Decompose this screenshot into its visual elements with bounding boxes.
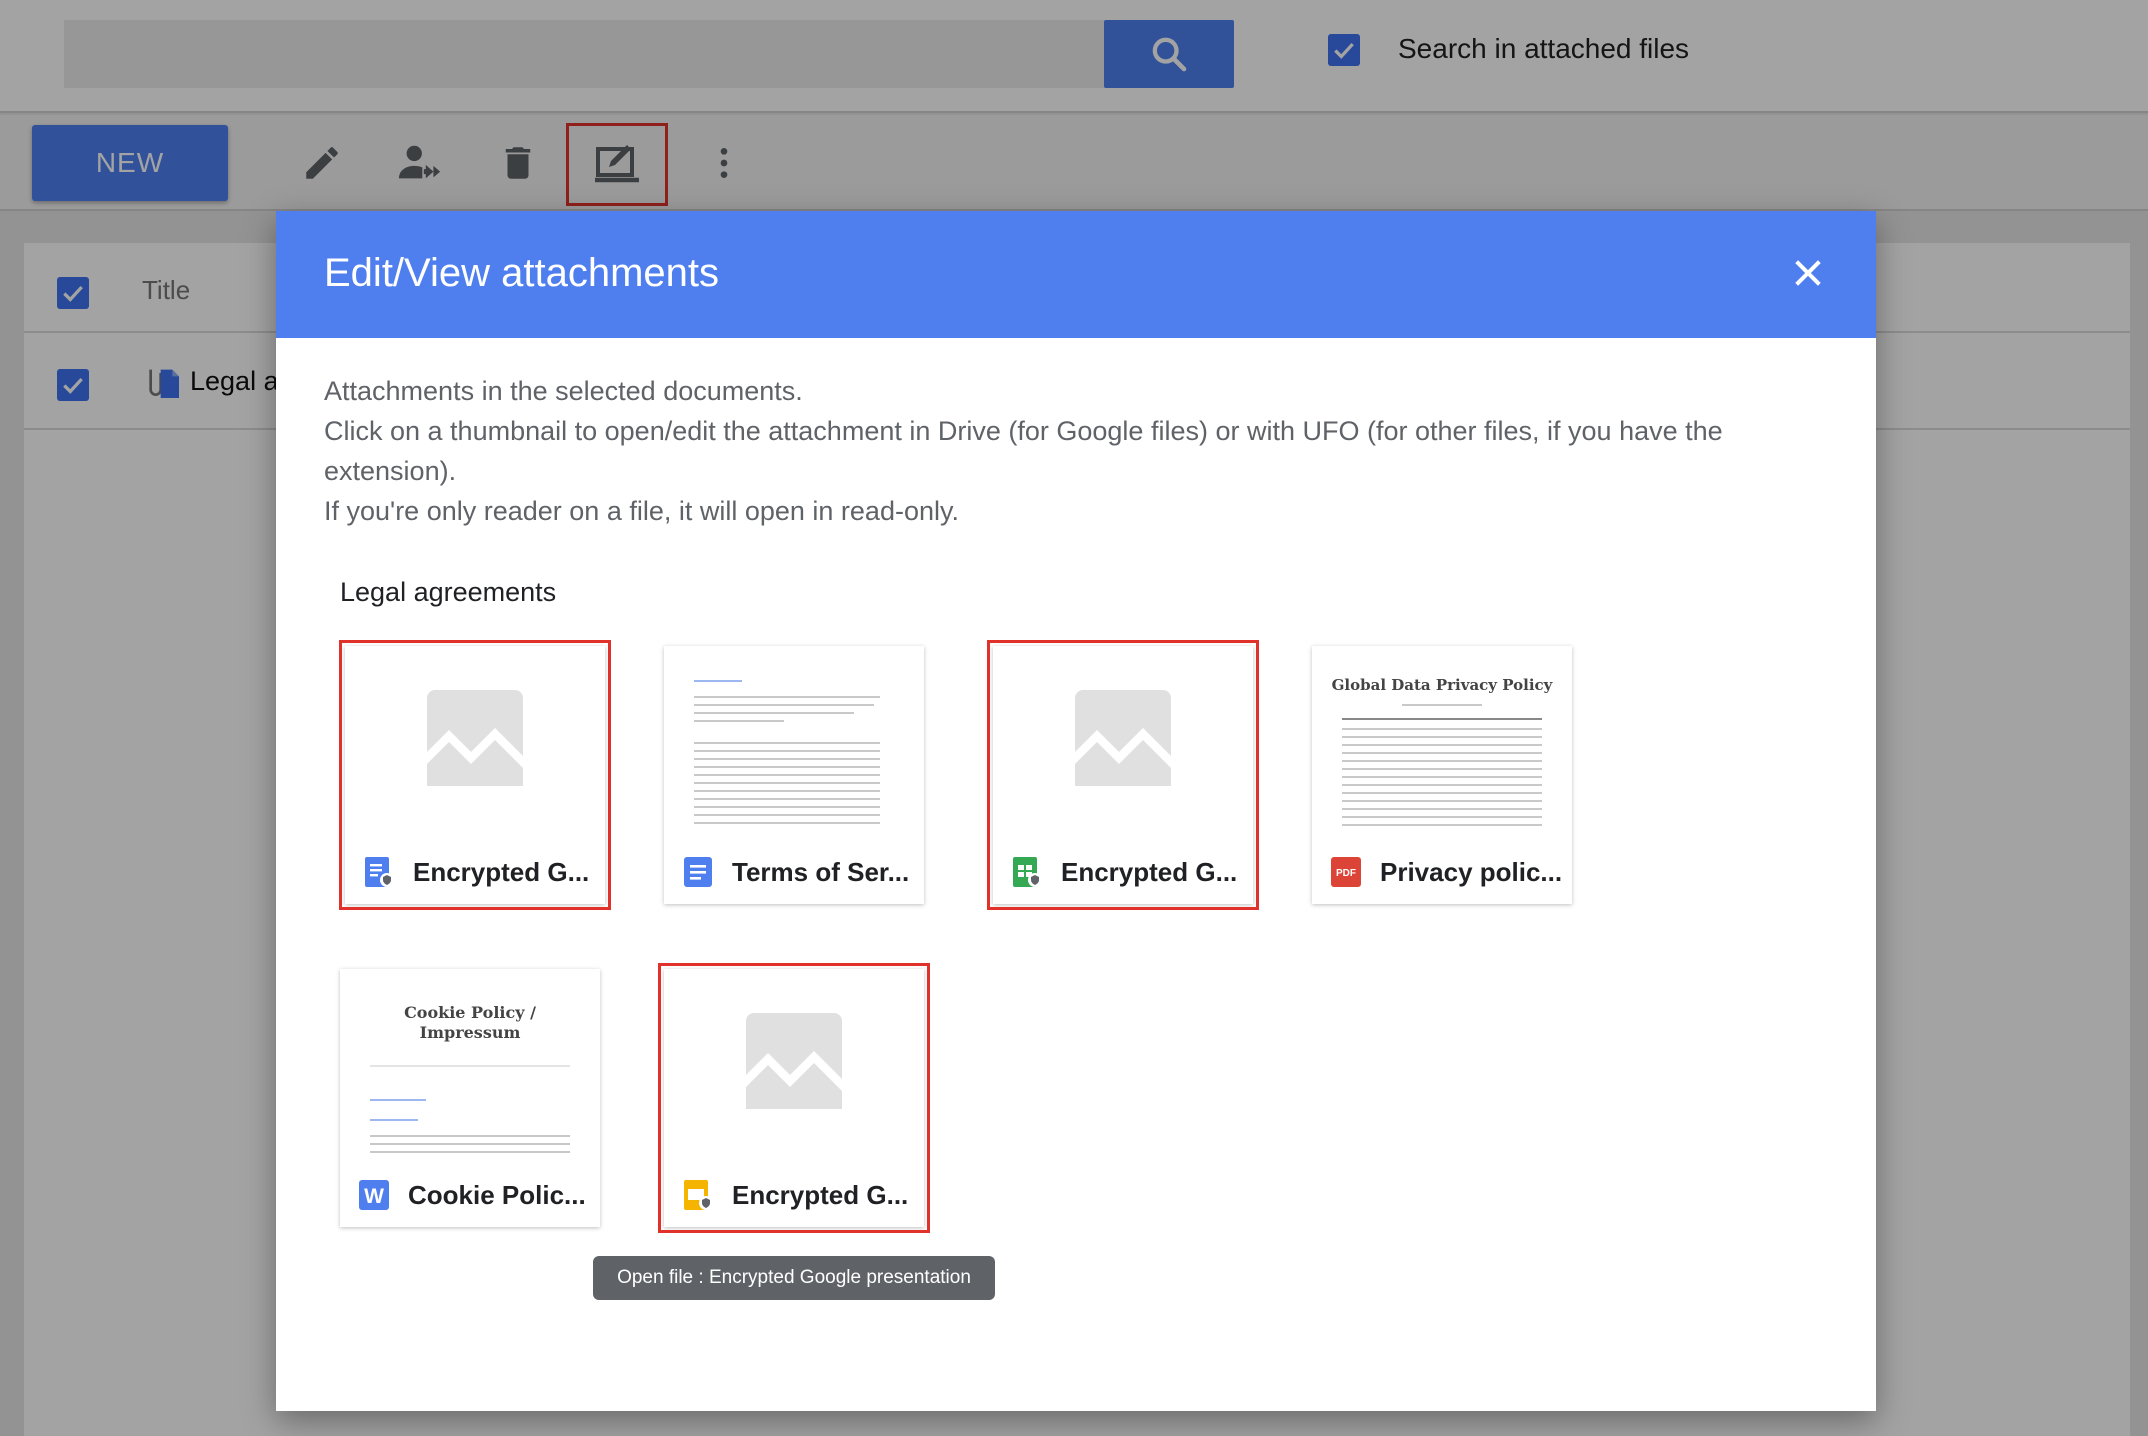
- attachment-name: Encrypted G...: [732, 1179, 909, 1210]
- encrypted-slides-icon: [684, 1180, 713, 1210]
- attachment-card[interactable]: Cookie Policy / Impressum W Cookie Polic…: [340, 969, 600, 1227]
- description-line: If you're only reader on a file, it will…: [324, 496, 959, 526]
- group-title: Legal agreements: [340, 577, 557, 607]
- image-placeholder-icon: [427, 690, 523, 786]
- attachment-name: Encrypted G...: [413, 856, 590, 887]
- attachment-name: Privacy polic...: [1380, 856, 1563, 887]
- thumbnail: Global Data Privacy Policy: [1312, 646, 1572, 840]
- encrypted-sheet-icon: [1013, 857, 1042, 887]
- thumbnail: [993, 646, 1253, 840]
- attachment-card[interactable]: Encrypted G...: [339, 640, 611, 910]
- image-placeholder-icon: [746, 1013, 842, 1109]
- thumbnail-title: Cookie Policy / Impressum: [404, 1003, 536, 1042]
- google-docs-icon: [684, 857, 712, 887]
- image-placeholder-icon: [1075, 690, 1171, 786]
- attachment-name: Encrypted G...: [1061, 856, 1238, 887]
- thumbnail: [345, 646, 605, 840]
- attachment-card[interactable]: Encrypted G...: [658, 963, 930, 1233]
- dialog-header: Edit/View attachments: [276, 211, 1876, 338]
- attachment-name: Terms of Ser...: [732, 856, 910, 887]
- attachment-card[interactable]: Terms of Ser...: [664, 646, 924, 904]
- close-button[interactable]: [1776, 241, 1840, 305]
- tooltip: Open file : Encrypted Google presentatio…: [593, 1256, 995, 1300]
- description-line: Attachments in the selected documents.: [324, 376, 803, 406]
- close-icon: [1795, 260, 1821, 286]
- pdf-icon: PDF: [1331, 857, 1361, 887]
- attachments-dialog: Edit/View attachments Attachments in the…: [276, 211, 1876, 1411]
- thumbnail: [664, 646, 924, 840]
- thumbnail: Cookie Policy / Impressum: [340, 969, 600, 1163]
- attachment-card[interactable]: Encrypted G...: [987, 640, 1259, 910]
- attachment-card[interactable]: Global Data Privacy Policy PDF Privacy p…: [1312, 646, 1572, 904]
- svg-text:W: W: [364, 1185, 384, 1208]
- svg-text:PDF: PDF: [1336, 868, 1356, 879]
- thumbnail-title: Global Data Privacy Policy: [1331, 676, 1553, 694]
- dialog-title: Edit/View attachments: [324, 251, 720, 295]
- attachment-name: Cookie Polic...: [408, 1179, 586, 1210]
- thumbnail: [664, 969, 924, 1163]
- description-line: Click on a thumbnail to open/edit the at…: [324, 416, 1723, 486]
- encrypted-doc-icon: [365, 857, 394, 887]
- word-icon: W: [359, 1180, 389, 1210]
- dialog-description: Attachments in the selected documents. C…: [324, 371, 1834, 531]
